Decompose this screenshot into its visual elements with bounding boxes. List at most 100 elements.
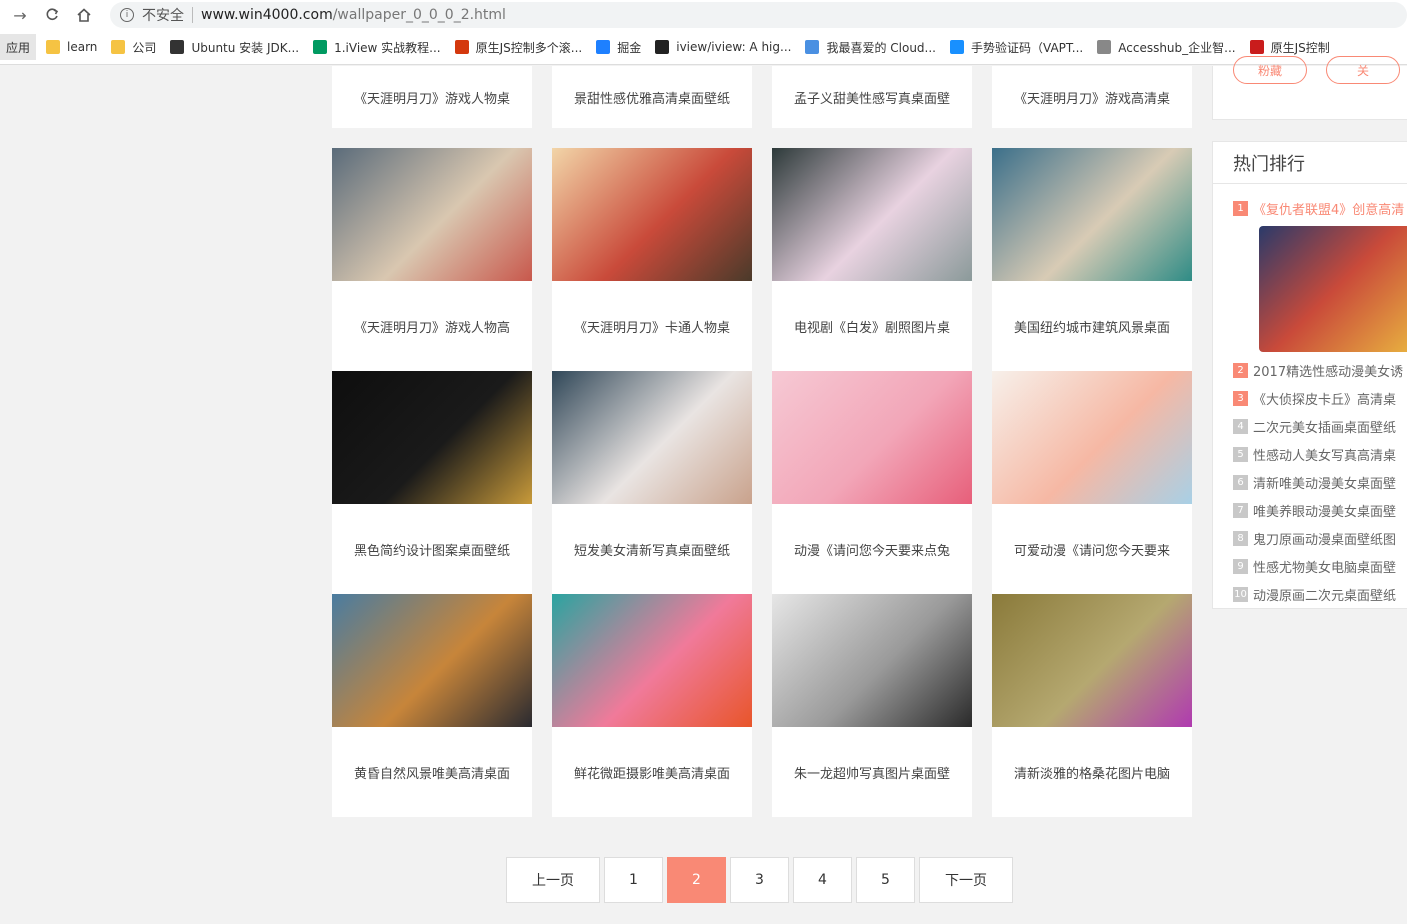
wallpaper-card[interactable]: 《天涯明月刀》游戏高清桌 [992, 66, 1192, 128]
wallpaper-thumbnail[interactable] [332, 594, 532, 727]
ranking-item-title[interactable]: 《大侦探皮卡丘》高清桌 [1253, 389, 1396, 408]
page-button[interactable]: 1 [604, 857, 663, 903]
ranking-item[interactable]: 9 性感尤物美女电脑桌面壁 [1233, 552, 1407, 580]
rank-number-badge: 8 [1233, 530, 1248, 546]
page-button[interactable]: 4 [793, 857, 852, 903]
wallpaper-caption[interactable]: 《天涯明月刀》游戏人物高 [332, 281, 532, 371]
wallpaper-caption[interactable]: 景甜性感优雅高清桌面壁纸 [552, 66, 752, 128]
rank-number-badge: 1 [1233, 200, 1248, 216]
bookmarks-bar: 应用 learn 公司 Ubuntu 安装 JDK... 1.iView 实战教程..… [0, 30, 1407, 65]
wallpaper-caption[interactable]: 黄昏自然风景唯美高清桌面 [332, 727, 532, 817]
bookmark-item[interactable]: 1.iView 实战教程... [313, 39, 441, 56]
ranking-item[interactable]: 4 二次元美女插画桌面壁纸 [1233, 412, 1407, 440]
wallpaper-caption[interactable]: 《天涯明月刀》游戏高清桌 [992, 66, 1192, 128]
wallpaper-thumbnail[interactable] [552, 148, 752, 281]
wallpaper-thumbnail[interactable] [772, 148, 972, 281]
bookmark-item[interactable]: 手势验证码（VAPT... [950, 39, 1083, 56]
bookmark-item[interactable]: iview/iview: A hig... [655, 40, 791, 54]
ranking-item[interactable]: 3 《大侦探皮卡丘》高清桌 [1233, 384, 1407, 412]
wallpaper-thumbnail[interactable] [992, 371, 1192, 504]
wallpaper-caption[interactable]: 电视剧《白发》剧照图片桌 [772, 281, 972, 371]
wallpaper-thumbnail[interactable] [992, 594, 1192, 727]
wallpaper-caption[interactable]: 孟子义甜美性感写真桌面壁 [772, 66, 972, 128]
juejin-icon [596, 40, 611, 54]
info-icon[interactable]: i [120, 8, 134, 22]
bookmark-label: 原生JS控制多个滚... [475, 40, 583, 55]
wallpaper-card[interactable]: 黑色简约设计图案桌面壁纸 [332, 371, 532, 594]
bookmark-item[interactable]: 掘金 [596, 39, 641, 56]
wallpaper-caption[interactable]: 清新淡雅的格桑花图片电脑 [992, 727, 1192, 817]
ranking-item-title[interactable]: 唯美养眼动漫美女桌面壁 [1253, 501, 1396, 520]
wallpaper-card[interactable]: 《天涯明月刀》游戏人物高 [332, 148, 532, 371]
wallpaper-card[interactable]: 朱一龙超帅写真图片桌面壁 [772, 594, 972, 817]
wallpaper-thumbnail[interactable] [552, 594, 752, 727]
bookmark-item[interactable]: learn [46, 40, 97, 54]
wallpaper-card[interactable]: 黄昏自然风景唯美高清桌面 [332, 594, 532, 817]
page-button[interactable]: 3 [730, 857, 789, 903]
bookmark-item[interactable]: Ubuntu 安装 JDK... [170, 39, 299, 56]
favorite-button[interactable]: 粉藏 [1233, 56, 1307, 84]
wallpaper-card[interactable]: 可爱动漫《请问您今天要来 [992, 371, 1192, 594]
ranking-item[interactable]: 8 鬼刀原画动漫桌面壁纸图 [1233, 524, 1407, 552]
ranking-thumbnail-row[interactable] [1233, 222, 1407, 356]
address-bar[interactable]: i 不安全 www.win4000.com/wallpaper_0_0_0_2.… [110, 2, 1407, 28]
prev-page-button[interactable]: 上一页 [506, 857, 600, 903]
ranking-item-title[interactable]: 2017精选性感动漫美女诱 [1253, 361, 1403, 380]
wallpaper-thumbnail[interactable] [332, 371, 532, 504]
reload-icon[interactable] [40, 3, 64, 27]
wallpaper-caption[interactable]: 黑色简约设计图案桌面壁纸 [332, 504, 532, 594]
wallpaper-card[interactable]: 鲜花微距摄影唯美高清桌面 [552, 594, 752, 817]
wallpaper-thumbnail[interactable] [332, 148, 532, 281]
wallpaper-card[interactable]: 清新淡雅的格桑花图片电脑 [992, 594, 1192, 817]
wallpaper-thumbnail[interactable] [552, 371, 752, 504]
wallpaper-caption[interactable]: 动漫《请问您今天要来点兔 [772, 504, 972, 594]
bookmark-item[interactable]: Accesshub_企业智... [1097, 39, 1236, 56]
ranking-item-title[interactable]: 鬼刀原画动漫桌面壁纸图 [1253, 529, 1396, 548]
ranking-item[interactable]: 7 唯美养眼动漫美女桌面壁 [1233, 496, 1407, 524]
wallpaper-card[interactable]: 动漫《请问您今天要来点兔 [772, 371, 972, 594]
wallpaper-thumbnail[interactable] [992, 148, 1192, 281]
wallpaper-caption[interactable]: 短发美女清新写真桌面壁纸 [552, 504, 752, 594]
wallpaper-caption[interactable]: 《天涯明月刀》游戏人物桌 [332, 66, 532, 128]
wallpaper-caption[interactable]: 可爱动漫《请问您今天要来 [992, 504, 1192, 594]
wallpaper-card[interactable]: 美国纽约城市建筑风景桌面 [992, 148, 1192, 371]
wallpaper-card[interactable]: 短发美女清新写真桌面壁纸 [552, 371, 752, 594]
wallpaper-card[interactable]: 景甜性感优雅高清桌面壁纸 [552, 66, 752, 128]
ranking-item[interactable]: 6 清新唯美动漫美女桌面壁 [1233, 468, 1407, 496]
ranking-item[interactable]: 10 动漫原画二次元桌面壁纸 [1233, 580, 1407, 608]
bookmark-item[interactable]: 原生JS控制多个滚... [454, 39, 583, 56]
wallpaper-thumbnail[interactable] [772, 594, 972, 727]
bookmark-label: 原生JS控制 [1270, 40, 1330, 55]
bookmark-item[interactable]: 我最喜爱的 Cloud... [805, 39, 936, 56]
ranking-item-title[interactable]: 性感动人美女写真高清桌 [1253, 445, 1396, 464]
ranking-item-title[interactable]: 清新唯美动漫美女桌面壁 [1253, 473, 1396, 492]
wallpaper-thumbnail[interactable] [772, 371, 972, 504]
home-icon[interactable] [72, 3, 96, 27]
ranking-item-title[interactable]: 动漫原画二次元桌面壁纸 [1253, 585, 1396, 604]
wallpaper-caption[interactable]: 朱一龙超帅写真图片桌面壁 [772, 727, 972, 817]
wallpaper-caption[interactable]: 鲜花微距摄影唯美高清桌面 [552, 727, 752, 817]
wallpaper-card[interactable]: 《天涯明月刀》游戏人物桌 [332, 66, 532, 128]
wallpaper-caption[interactable]: 《天涯明月刀》卡通人物桌 [552, 281, 752, 371]
wallpaper-card[interactable]: 《天涯明月刀》卡通人物桌 [552, 148, 752, 371]
ranking-item-title[interactable]: 性感尤物美女电脑桌面壁 [1253, 557, 1396, 576]
ranking-item-title[interactable]: 二次元美女插画桌面壁纸 [1253, 417, 1396, 436]
wallpaper-card[interactable]: 孟子义甜美性感写真桌面壁 [772, 66, 972, 128]
bookmark-item[interactable]: 原生JS控制 [1249, 39, 1330, 56]
apps-button[interactable]: 应用 [0, 34, 37, 60]
ranking-item[interactable]: 1 《复仇者联盟4》创意高清 [1233, 194, 1407, 222]
ranking-item-title[interactable]: 《复仇者联盟4》创意高清 [1253, 199, 1404, 218]
close-button[interactable]: 关 [1326, 56, 1400, 84]
page-button[interactable]: 5 [856, 857, 915, 903]
ranking-item[interactable]: 2 2017精选性感动漫美女诱 [1233, 356, 1407, 384]
wallpaper-caption[interactable]: 美国纽约城市建筑风景桌面 [992, 281, 1192, 371]
hot-ranking-panel: 热门排行 1 《复仇者联盟4》创意高清 2 2017精选性感动漫美女诱 3 《大侦探皮卡丘… [1212, 141, 1407, 609]
next-page-button[interactable]: 下一页 [919, 857, 1013, 903]
back-arrow-icon[interactable]: → [8, 3, 32, 27]
bookmark-item[interactable]: 公司 [111, 39, 156, 56]
ranking-item[interactable]: 5 性感动人美女写真高清桌 [1233, 440, 1407, 468]
ranking-list: 1 《复仇者联盟4》创意高清 2 2017精选性感动漫美女诱 3 《大侦探皮卡丘》高清桌 4… [1213, 184, 1407, 608]
page-button[interactable]: 2 [667, 857, 726, 903]
ranking-thumbnail[interactable] [1259, 226, 1407, 352]
wallpaper-card[interactable]: 电视剧《白发》剧照图片桌 [772, 148, 972, 371]
